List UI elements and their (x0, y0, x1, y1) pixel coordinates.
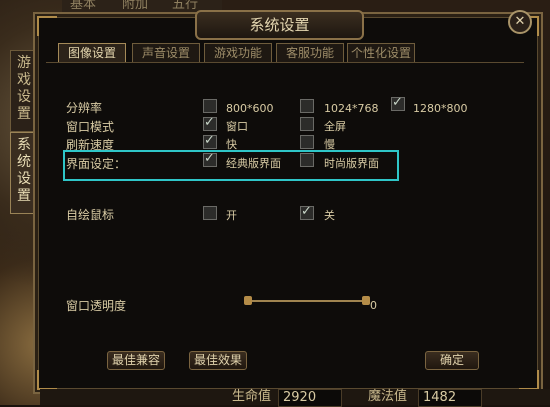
panel-corner (37, 16, 57, 36)
window-mode-fullscreen-label: 全屏 (324, 120, 346, 133)
tab-graphics[interactable]: 图像设置 (58, 43, 126, 63)
settings-panel (33, 12, 543, 394)
tab-personalize[interactable]: 个性化设置 (347, 43, 415, 63)
side-tab-label: 系统设置 (17, 137, 31, 204)
top-tab-basic[interactable]: 基本 (70, 0, 96, 12)
ui-style-fashion-checkbox[interactable] (300, 153, 314, 167)
resolution-1024-label: 1024*768 (324, 102, 379, 115)
hp-label: 生命值 (232, 389, 272, 404)
slider-track (252, 300, 362, 302)
close-icon[interactable]: ✕ (508, 10, 532, 34)
ui-style-label: 界面设定： (66, 157, 127, 171)
tab-customer-service[interactable]: 客服功能 (276, 43, 344, 63)
top-tab-elements[interactable]: 五行 (172, 0, 198, 12)
slider-left-cap (244, 296, 252, 305)
custom-cursor-on-label: 开 (226, 209, 237, 222)
refresh-fast-checkbox[interactable] (203, 133, 217, 149)
window-mode-windowed-checkbox[interactable] (203, 115, 217, 131)
resolution-1280-label: 1280*800 (413, 102, 468, 115)
custom-cursor-on-checkbox[interactable] (203, 206, 217, 220)
ok-button[interactable]: 确定 (425, 351, 479, 370)
custom-cursor-label: 自绘鼠标 (66, 208, 115, 222)
top-tab-extra[interactable]: 附加 (122, 0, 148, 12)
best-effect-button[interactable]: 最佳效果 (189, 351, 247, 370)
mp-value: 1482 (418, 389, 482, 407)
resolution-1024-checkbox[interactable] (300, 99, 314, 113)
custom-cursor-off-label: 关 (324, 209, 335, 222)
hp-value: 2920 (278, 389, 342, 407)
resolution-1280-checkbox[interactable] (391, 95, 405, 111)
custom-cursor-off-checkbox[interactable] (300, 204, 314, 220)
tab-game-features[interactable]: 游戏功能 (204, 43, 272, 63)
refresh-slow-checkbox[interactable] (300, 135, 314, 149)
panel-corner (519, 370, 539, 390)
mp-label: 魔法值 (368, 389, 408, 404)
resolution-800-label: 800*600 (226, 102, 274, 115)
window-opacity-slider[interactable] (244, 296, 370, 306)
window-mode-label: 窗口模式 (66, 120, 115, 134)
resolution-label: 分辨率 (66, 101, 103, 115)
window-opacity-label: 窗口透明度 (66, 299, 127, 313)
side-tab-label: 游戏设置 (17, 55, 31, 122)
ui-style-classic-label: 经典版界面 (226, 157, 281, 170)
panel-corner (37, 370, 57, 390)
window-opacity-value: 0 (370, 299, 377, 312)
window-mode-windowed-label: 窗口 (226, 120, 248, 133)
slider-right-cap (362, 296, 370, 305)
best-compat-button[interactable]: 最佳兼容 (107, 351, 165, 370)
tab-sound[interactable]: 声音设置 (132, 43, 200, 63)
ui-style-classic-checkbox[interactable] (203, 151, 217, 167)
tab-divider (46, 62, 524, 63)
resolution-800-checkbox[interactable] (203, 99, 217, 113)
panel-title: 系统设置 (195, 10, 364, 40)
window-mode-fullscreen-checkbox[interactable] (300, 117, 314, 131)
ui-style-fashion-label: 时尚版界面 (324, 157, 379, 170)
